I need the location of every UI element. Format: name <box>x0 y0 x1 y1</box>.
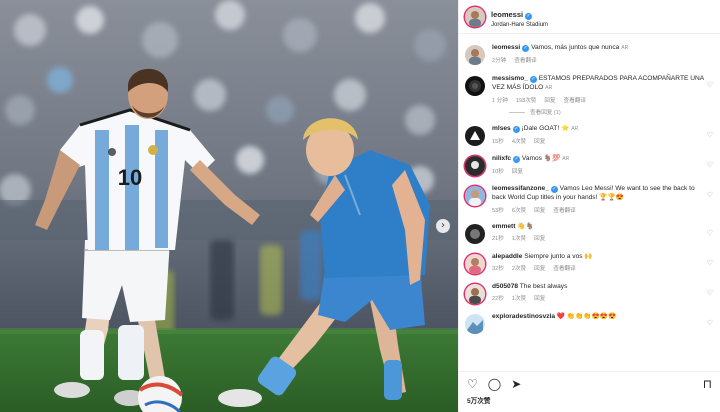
avatar[interactable] <box>465 283 485 304</box>
comment-likes[interactable]: 1次赞 <box>512 236 526 242</box>
reply-link[interactable]: 回复 <box>534 266 545 272</box>
comment-likes[interactable]: 4次赞 <box>512 139 526 145</box>
view-translation-link[interactable]: 查看翻译 <box>564 98 586 104</box>
comment-time: 22秒 <box>492 296 504 303</box>
view-translation-link[interactable]: 查看翻译 <box>553 266 575 272</box>
avatar[interactable] <box>465 253 485 274</box>
post-caption: leomessi ✓ Vamos, más juntos que nunca AR … <box>459 44 720 65</box>
post-sidebar: leomessi ✓ Jordan-Hare Stadium leomessi ✓ … <box>458 0 720 412</box>
avatar[interactable] <box>465 45 485 65</box>
avatar[interactable] <box>465 185 485 206</box>
reply-link[interactable]: 回复 <box>534 208 545 214</box>
avatar[interactable] <box>465 6 485 27</box>
avatar[interactable] <box>465 155 485 176</box>
reply-link[interactable]: 回复 <box>534 236 545 242</box>
heart-outline-icon[interactable]: ♡ <box>707 259 713 267</box>
reply-link[interactable]: 回复 <box>544 98 555 104</box>
heart-outline-icon[interactable]: ♡ <box>707 229 713 237</box>
comment-username[interactable]: nilixfc <box>492 155 511 162</box>
comment-likes[interactable]: 1次赞 <box>512 296 526 302</box>
comment-time: 53秒 <box>492 207 504 214</box>
comment-username[interactable]: leomessifanzone_ <box>492 185 549 192</box>
likes-count[interactable]: 5万次赞 <box>459 390 720 405</box>
avatar[interactable] <box>465 313 485 334</box>
heart-outline-icon[interactable]: ♡ <box>467 378 478 390</box>
comment-likes[interactable]: 193次赞 <box>516 98 537 104</box>
comment-text: 👋🐐 <box>517 222 534 230</box>
post-location[interactable]: Jordan-Hare Stadium <box>491 22 548 29</box>
comment-item: d505078 The best always 22秒 1次赞 回复 ♡ <box>459 283 720 304</box>
bookmark-icon[interactable]: ⊓ <box>703 378 712 390</box>
comment-username[interactable]: emmett <box>492 223 515 230</box>
chevron-right-icon[interactable]: › <box>436 219 450 233</box>
comment-time: 1 分钟 <box>492 97 508 104</box>
caption-text: Vamos, más juntos que nunca <box>531 44 620 51</box>
comment-username[interactable]: mlses <box>492 125 511 132</box>
comment-likes[interactable]: 2次赞 <box>512 266 526 272</box>
verified-badge-icon: ✓ <box>525 12 533 20</box>
comment-tag: AR <box>545 84 553 91</box>
comment-time: 21秒 <box>492 236 504 243</box>
svg-text:10: 10 <box>118 165 142 190</box>
heart-outline-icon[interactable]: ♡ <box>707 81 713 89</box>
comment-item: messismo_ ✓ ESTAMOS PREPARADOS PARA ACOMP… <box>459 75 720 104</box>
verified-badge-icon: ✓ <box>529 76 537 83</box>
post-action-bar: ♡ ◯ ➤ ⊓ 5万次赞 <box>459 371 720 412</box>
avatar[interactable] <box>465 125 485 146</box>
view-translation-link[interactable]: 查看翻译 <box>514 58 536 64</box>
reply-link[interactable]: 回复 <box>512 169 523 175</box>
caption-tag: AR <box>621 45 629 51</box>
comment-time: 10秒 <box>492 168 504 175</box>
comment-text: Vamos 🐐💯 <box>521 154 561 162</box>
comment-item: mlses ✓ ¡Dale GOAT! ⭐ AR 15秒 4次赞 回复 ♡ <box>459 125 720 146</box>
heart-outline-icon[interactable]: ♡ <box>707 131 713 139</box>
reply-link[interactable]: 回复 <box>534 296 545 302</box>
comment-item: exploradestinosvzla ❤️ 👏👏👏😍😍😍 ♡ <box>459 313 720 334</box>
comment-username[interactable]: exploradestinosvzla <box>492 313 555 320</box>
post-header: leomessi ✓ Jordan-Hare Stadium <box>459 0 720 34</box>
instagram-post-view: 10 › leomessi ✓ Jordan-Hare Stadium leom… <box>0 0 720 412</box>
comment-username[interactable]: messismo_ <box>492 75 528 82</box>
comment-text: ❤️ 👏👏👏😍😍😍 <box>556 312 617 320</box>
comment-text: The best always <box>519 282 568 290</box>
verified-badge-icon: ✓ <box>522 45 530 52</box>
heart-outline-icon[interactable]: ♡ <box>707 161 713 169</box>
post-photo[interactable]: 10 › <box>0 0 458 412</box>
paper-plane-icon[interactable]: ➤ <box>511 378 521 390</box>
comment-text: ¡Dale GOAT! ⭐ <box>521 124 570 132</box>
heart-outline-icon[interactable]: ♡ <box>707 319 713 327</box>
caption-username[interactable]: leomessi <box>492 44 520 51</box>
post-username[interactable]: leomessi <box>491 10 523 19</box>
comment-item: emmett 👋🐐 21秒 1次赞 回复 ♡ <box>459 223 720 244</box>
caption-time: 2分钟 <box>492 57 507 64</box>
avatar[interactable] <box>465 76 485 96</box>
football-match-photo: 10 <box>0 0 458 412</box>
comment-username[interactable]: d505078 <box>492 283 518 290</box>
comment-tag: AR <box>571 125 579 132</box>
view-translation-link[interactable]: 查看翻译 <box>553 208 575 214</box>
comment-username[interactable]: alepaddle <box>492 253 522 260</box>
comment-time: 32秒 <box>492 266 504 273</box>
reply-link[interactable]: 回复 <box>534 139 545 145</box>
heart-outline-icon[interactable]: ♡ <box>707 289 713 297</box>
comment-bubble-icon[interactable]: ◯ <box>488 378 501 390</box>
comment-item: alepaddle Siempre junto a vos 🙌 32秒 2次赞 回复… <box>459 253 720 274</box>
comment-time: 15秒 <box>492 138 504 145</box>
heart-outline-icon[interactable]: ♡ <box>707 191 713 199</box>
avatar[interactable] <box>465 223 485 244</box>
comment-item: leomessifanzone_ ✓ Vamos Leo Messi! We wa… <box>459 185 720 214</box>
verified-badge-icon: ✓ <box>512 125 520 133</box>
view-replies-link[interactable]: 查看回复 (1) <box>509 108 720 116</box>
comment-list[interactable]: leomessi ✓ Vamos, más juntos que nunca AR … <box>459 40 720 360</box>
comment-text: Siempre junto a vos 🙌 <box>524 252 593 260</box>
verified-badge-icon: ✓ <box>513 155 521 163</box>
comment-likes[interactable]: 6次赞 <box>512 208 526 214</box>
comment-tag: AR <box>562 155 570 162</box>
comment-item: nilixfc ✓ Vamos 🐐💯 AR 10秒 回复 ♡ <box>459 155 720 176</box>
verified-badge-icon: ✓ <box>550 185 558 193</box>
